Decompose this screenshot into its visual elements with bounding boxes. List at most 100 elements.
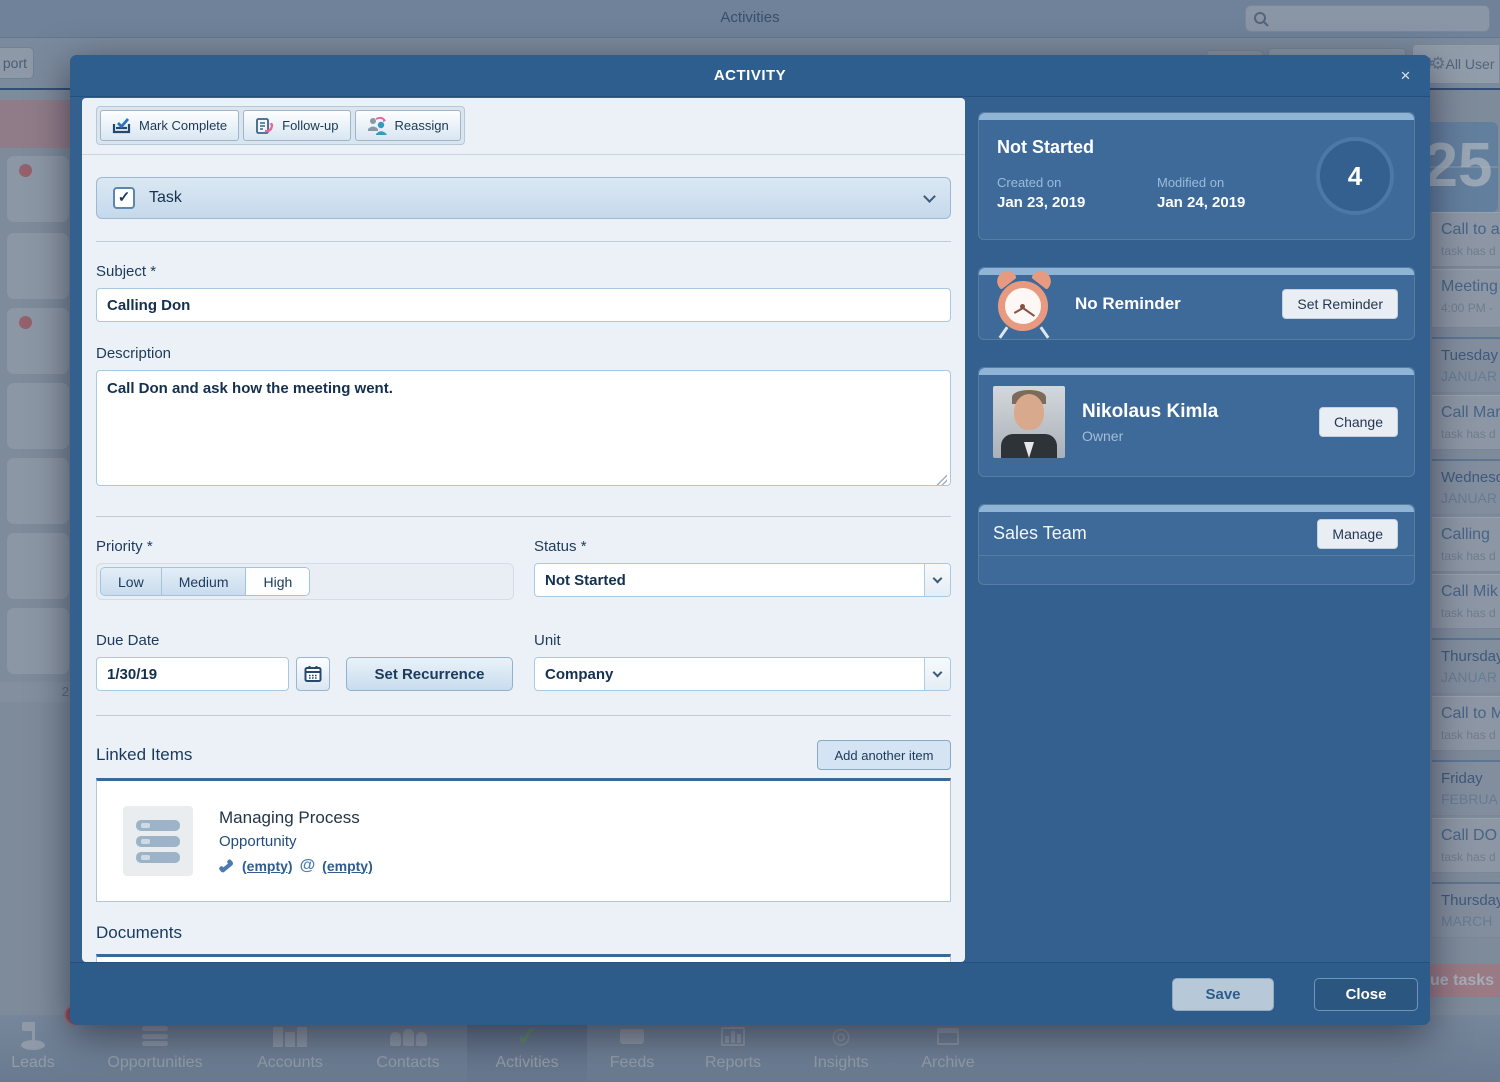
priority-group: Low Medium High: [96, 563, 514, 600]
email-at-icon: @: [300, 857, 316, 875]
priority-high-button[interactable]: High: [246, 568, 309, 595]
agenda-day-header: ThursdayMARCH: [1432, 882, 1500, 938]
agenda-day-header: ThursdayJANUAR: [1432, 638, 1500, 694]
accounts-icon: [273, 1021, 307, 1051]
close-button[interactable]: Close: [1314, 978, 1418, 1011]
divider: [96, 241, 951, 242]
search-icon: [1253, 11, 1269, 27]
unit-label: Unit: [534, 632, 951, 649]
all-users-label: All User: [1445, 56, 1494, 72]
reports-chart-icon: [721, 1021, 745, 1051]
list-item[interactable]: [6, 155, 70, 223]
phone-icon: [219, 858, 235, 874]
agenda-item[interactable]: Meeting4:00 PM -: [1432, 269, 1500, 328]
insights-medal-icon: ◎: [831, 1021, 850, 1051]
add-another-item-button[interactable]: Add another item: [817, 740, 951, 770]
modified-on-value: Jan 24, 2019: [1157, 194, 1317, 211]
nav-item-archive[interactable]: Archive: [888, 1015, 1008, 1082]
subject-input[interactable]: [96, 288, 951, 322]
list-item[interactable]: [6, 457, 70, 525]
due-date-input[interactable]: [96, 657, 289, 691]
calendar-picker-button[interactable]: [296, 657, 330, 691]
agenda-item[interactable]: Call Martask has d: [1432, 395, 1500, 450]
nav-item-accounts[interactable]: Accounts: [230, 1015, 350, 1082]
divider: [979, 555, 1414, 556]
report-button-partial[interactable]: port: [0, 47, 34, 79]
modal-title-bar: ACTIVITY ×: [70, 55, 1430, 97]
reassign-button[interactable]: Reassign: [355, 110, 461, 141]
nav-item-insights[interactable]: ◎ Insights: [781, 1015, 901, 1082]
agenda-item[interactable]: Call Miktask has d: [1432, 574, 1500, 629]
status-summary-card: Not Started Created on Jan 23, 2019 Modi…: [978, 112, 1415, 240]
email-empty-link[interactable]: (empty): [322, 858, 373, 874]
list-item[interactable]: [6, 607, 70, 675]
search-input[interactable]: [1245, 5, 1490, 32]
description-textarea[interactable]: Call Don and ask how the meeting went.: [96, 370, 951, 486]
agenda-item[interactable]: Call DOtask has d: [1432, 818, 1500, 873]
activity-type-value: Task: [149, 189, 182, 207]
linked-items-heading: Linked Items: [96, 745, 192, 765]
owner-role-label: Owner: [1082, 428, 1218, 444]
status-select[interactable]: Not Started: [534, 563, 951, 597]
save-button[interactable]: Save: [1172, 978, 1274, 1011]
close-icon[interactable]: ×: [1393, 64, 1418, 89]
agenda-item[interactable]: Call to atask has d: [1432, 212, 1500, 267]
feeds-icon: [620, 1021, 644, 1051]
nav-item-opportunities[interactable]: Opportunities: [95, 1015, 215, 1082]
documents-heading: Documents: [96, 923, 951, 943]
linked-item-title: Managing Process: [219, 808, 373, 828]
change-owner-button[interactable]: Change: [1319, 407, 1398, 437]
phone-empty-link[interactable]: (empty): [242, 858, 293, 874]
unit-select[interactable]: Company: [534, 657, 951, 691]
priority-low-button[interactable]: Low: [101, 568, 162, 595]
activity-type-select[interactable]: ✓ Task: [96, 177, 951, 219]
agenda-item[interactable]: Call to Mtask has d: [1432, 696, 1500, 751]
contacts-icon: [390, 1021, 427, 1051]
activity-modal: ACTIVITY × Mark Complete Follow-up: [70, 55, 1430, 1025]
leads-flag-icon: 1: [20, 1021, 46, 1051]
list-item[interactable]: [6, 307, 70, 375]
opportunities-icon: [142, 1021, 168, 1051]
priority-medium-button[interactable]: Medium: [162, 568, 247, 595]
alarm-clock-icon: [993, 271, 1055, 337]
modified-on-label: Modified on: [1157, 175, 1317, 190]
priority-label: Priority *: [96, 538, 514, 555]
list-item[interactable]: [6, 232, 70, 300]
bottom-nav: 1 Leads Opportunities Accounts Contacts …: [0, 1015, 1500, 1082]
modal-footer: Save Close: [70, 962, 1430, 1025]
activity-count-badge: 4: [1316, 137, 1394, 215]
follow-up-icon: [255, 116, 275, 135]
set-recurrence-button[interactable]: Set Recurrence: [346, 657, 513, 691]
owner-avatar: [993, 386, 1065, 458]
linked-item-card[interactable]: Managing Process Opportunity (empty) @ (…: [96, 778, 951, 902]
due-date-label: Due Date: [96, 632, 514, 649]
activity-toolbar: Mark Complete Follow-up Reassign: [82, 106, 965, 155]
set-reminder-button[interactable]: Set Reminder: [1282, 289, 1398, 319]
agenda-item[interactable]: Callingtask has d: [1432, 517, 1500, 572]
opportunity-stack-icon: [123, 806, 193, 876]
description-label: Description: [96, 345, 951, 362]
agenda-day-header: FridayFEBRUA: [1432, 760, 1500, 816]
nav-item-reports[interactable]: Reports: [673, 1015, 793, 1082]
nav-item-contacts[interactable]: Contacts: [348, 1015, 468, 1082]
nav-item-leads[interactable]: 1 Leads: [0, 1015, 93, 1082]
modal-title: ACTIVITY: [70, 55, 1430, 97]
resize-handle-icon[interactable]: [937, 475, 947, 485]
overdue-tasks-banner[interactable]: ue tasks: [1424, 964, 1500, 997]
agenda-list: Call to atask has d Meeting4:00 PM - Tue…: [1432, 212, 1500, 940]
nav-item-activities[interactable]: ✓ Activities: [467, 1015, 587, 1082]
manage-team-button[interactable]: Manage: [1317, 519, 1398, 549]
created-on-label: Created on: [997, 175, 1157, 190]
agenda-day-header: WednesdJANUAR: [1432, 459, 1500, 515]
activity-form-panel: Mark Complete Follow-up Reassign ✓: [82, 98, 965, 962]
owner-name: Nikolaus Kimla: [1082, 401, 1218, 423]
list-item[interactable]: [6, 532, 70, 600]
list-item[interactable]: [6, 382, 70, 450]
reminder-card: No Reminder Set Reminder: [978, 267, 1415, 340]
mark-complete-button[interactable]: Mark Complete: [100, 110, 239, 141]
follow-up-button[interactable]: Follow-up: [243, 110, 350, 141]
background-top-bar: Activities: [0, 0, 1500, 38]
calendar-icon: [304, 665, 322, 683]
notification-dot: [19, 316, 32, 329]
activity-sidebar: Not Started Created on Jan 23, 2019 Modi…: [978, 112, 1415, 585]
